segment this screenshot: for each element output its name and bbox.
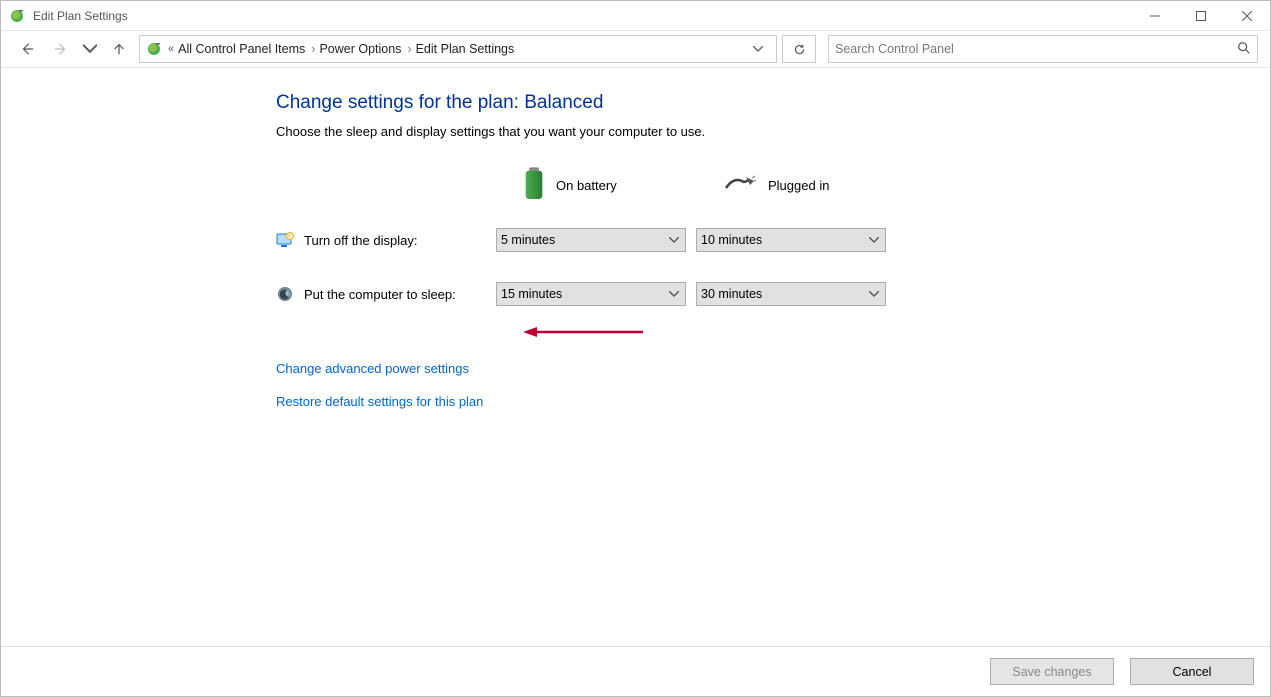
page-subtext: Choose the sleep and display settings th… [276, 124, 1270, 139]
power-settings-grid: On battery Plugged in Turn off the displ… [276, 157, 1270, 321]
link-advanced-power[interactable]: Change advanced power settings [276, 361, 1270, 376]
footer: Save changes Cancel [1, 646, 1270, 696]
row-label-sleep: Put the computer to sleep: [304, 287, 456, 302]
nav-back-button[interactable] [13, 35, 41, 63]
titlebar: Edit Plan Settings [1, 1, 1270, 31]
address-dropdown-button[interactable] [746, 36, 770, 62]
breadcrumb-item[interactable]: Power Options [319, 42, 401, 56]
display-icon [276, 231, 294, 249]
nav-up-button[interactable] [105, 35, 133, 63]
content-area: Change settings for the plan: Balanced C… [1, 68, 1270, 646]
links: Change advanced power settings Restore d… [276, 361, 1270, 409]
page-heading: Change settings for the plan: Balanced [276, 92, 1270, 114]
column-header-plugged: Plugged in [768, 178, 829, 193]
sleep-icon [276, 285, 294, 303]
nav-forward-button[interactable] [47, 35, 75, 63]
maximize-button[interactable] [1178, 1, 1224, 31]
control-panel-icon [146, 41, 162, 57]
annotation-arrow [523, 325, 643, 339]
display-battery-select[interactable]: 5 minutes [496, 228, 686, 252]
window-title: Edit Plan Settings [33, 9, 128, 23]
toolbar: « All Control Panel Items › Power Option… [1, 31, 1270, 68]
close-button[interactable] [1224, 1, 1270, 31]
row-label-display: Turn off the display: [304, 233, 417, 248]
breadcrumb-item[interactable]: All Control Panel Items [178, 42, 305, 56]
column-header-battery: On battery [556, 178, 617, 193]
breadcrumb-overflow-icon[interactable]: « [168, 43, 174, 55]
search-input[interactable] [835, 42, 1237, 56]
battery-icon [524, 167, 544, 204]
search-icon[interactable] [1237, 41, 1251, 58]
plug-icon [724, 174, 756, 197]
save-button[interactable]: Save changes [990, 658, 1114, 685]
search-box[interactable] [828, 35, 1258, 63]
cancel-button[interactable]: Cancel [1130, 658, 1254, 685]
refresh-button[interactable] [782, 35, 816, 63]
address-bar[interactable]: « All Control Panel Items › Power Option… [139, 35, 777, 63]
sleep-plugged-select[interactable]: 30 minutes [696, 282, 886, 306]
link-restore-defaults[interactable]: Restore default settings for this plan [276, 394, 1270, 409]
sleep-battery-select[interactable]: 15 minutes [496, 282, 686, 306]
breadcrumb-item[interactable]: Edit Plan Settings [416, 42, 515, 56]
display-plugged-select[interactable]: 10 minutes [696, 228, 886, 252]
chevron-right-icon[interactable]: › [407, 42, 411, 56]
minimize-button[interactable] [1132, 1, 1178, 31]
nav-recent-button[interactable] [81, 35, 99, 63]
chevron-right-icon[interactable]: › [311, 42, 315, 56]
app-icon [9, 8, 25, 24]
